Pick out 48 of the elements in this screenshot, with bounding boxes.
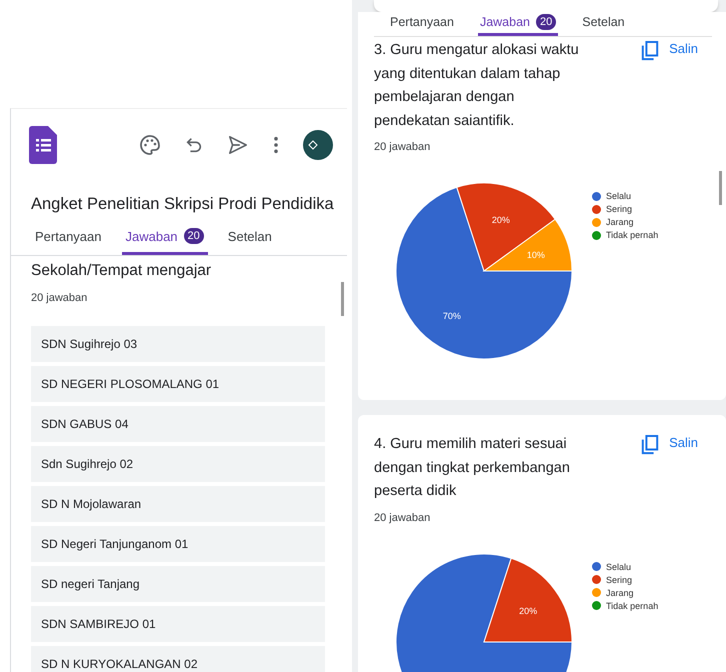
count-badge: 20 [184,228,204,244]
response-item: SDN GABUS 04 [31,406,325,442]
slice-label: 10% [526,250,545,260]
question-title: 3. Guru mengatur alokasi waktu yang ditentukan dalam tahap pembelajaran dengan pendekatan saiantifik. [374,41,580,130]
forms-logo-icon [29,126,57,164]
palette-icon[interactable] [139,134,161,156]
response-item: SD negeri Tanjang [31,566,325,602]
response-item: SD NEGERI PLOSOMALANG 01 [31,366,325,402]
undo-icon[interactable] [185,136,203,154]
tab[interactable]: Setelan [580,14,627,36]
slice-label: 20% [492,215,510,226]
avatar-icon[interactable] [303,130,333,160]
tab[interactable]: Jawaban 20 [122,228,208,255]
slice-label: 70% [442,311,461,322]
copy-icon [641,41,660,61]
question-title: 4. Guru memilih materi sesuai dengan tingkat perkembangan peserta didik [374,435,571,501]
response-count: 20 jawaban [374,141,432,153]
legend-label: Jarang [606,588,634,598]
scrollbar [341,282,344,316]
response-item: Sdn Sugihrejo 02 [31,446,325,482]
response-item: SD N KURYOKALANGAN 02 [31,646,325,672]
legend-label: Sering [606,204,632,214]
response-item: SDN Sugihrejo 03 [31,326,325,362]
response-count: 20 jawaban [31,292,88,304]
response-count: 20 jawaban [374,512,432,524]
slice-label: 20% [519,605,538,616]
tab[interactable]: Jawaban 20 [478,14,558,36]
response-item: SD N Mojolawaran [31,486,325,522]
legend-label: Tidak pernah [606,600,658,610]
form-title: Angket Penelitian Skripsi Prodi Pendidika [30,194,335,214]
copy-icon [641,435,660,455]
count-badge: 20 [536,14,556,30]
tab[interactable]: Setelan [224,228,276,255]
legend-label: Selalu [606,562,632,572]
send-icon[interactable] [227,135,249,155]
tab[interactable]: Pertanyaan [388,14,456,36]
response-item: SD Negeri Tanjunganom 01 [31,526,325,562]
response-item: SDN SAMBIREJO 01 [31,606,325,642]
copy-button[interactable]: Salin [641,433,712,457]
legend-label: Tidak pernah [606,230,658,240]
legend-label: Selalu [606,191,632,201]
question-title: Sekolah/Tempat mengajar [31,262,212,280]
copy-button[interactable]: Salin [641,39,712,63]
legend-label: Sering [606,574,632,584]
more-icon[interactable] [273,136,279,154]
tab[interactable]: Pertanyaan [31,228,106,255]
scrollbar [719,171,722,205]
legend-label: Jarang [606,217,634,227]
